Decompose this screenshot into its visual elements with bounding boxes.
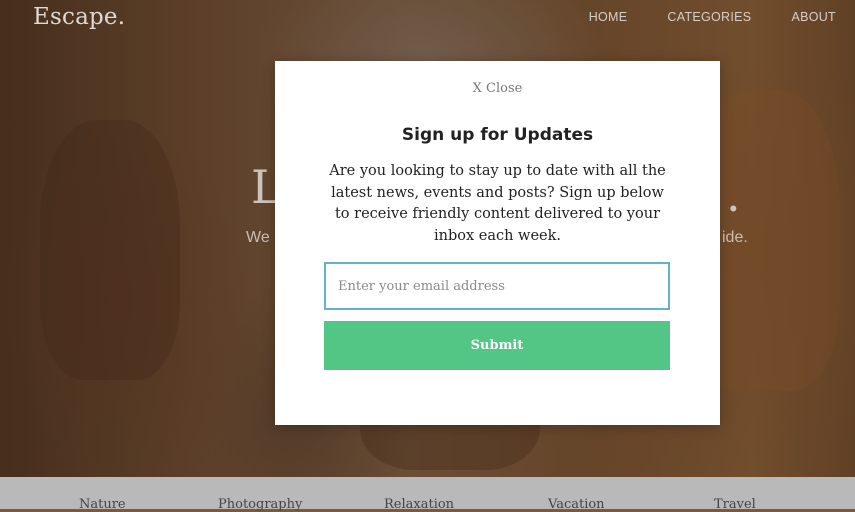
email-input[interactable] — [324, 262, 670, 310]
modal-title: Sign up for Updates — [401, 125, 594, 145]
signup-modal: X Close Sign up for Updates Are you look… — [275, 61, 720, 425]
submit-button[interactable]: Submit — [324, 321, 670, 370]
modal-description: Are you looking to stay up to date with … — [329, 163, 666, 244]
close-button[interactable]: X Close — [275, 81, 720, 96]
